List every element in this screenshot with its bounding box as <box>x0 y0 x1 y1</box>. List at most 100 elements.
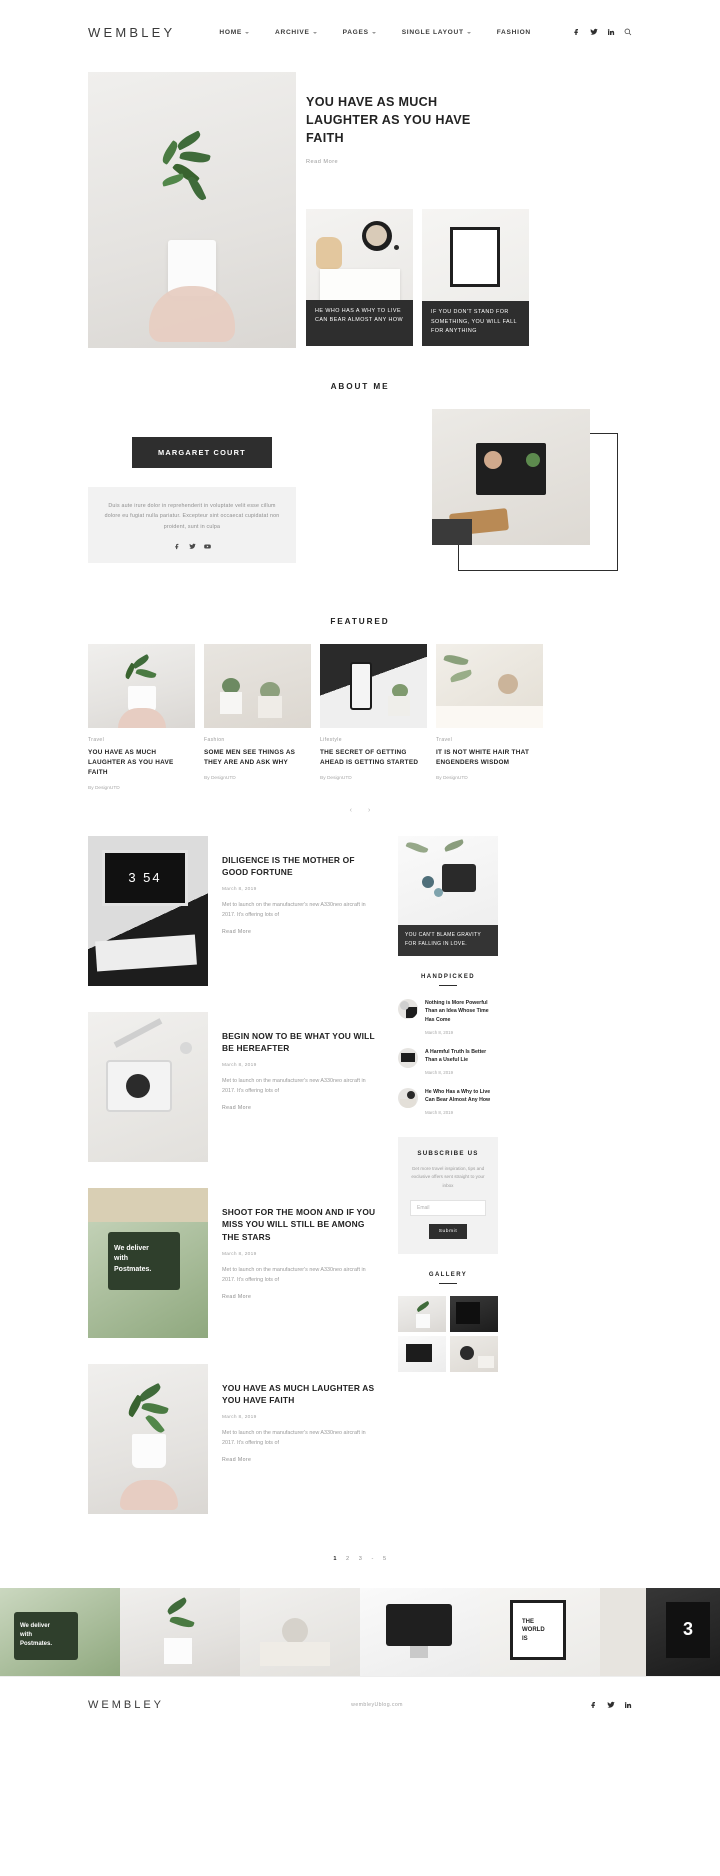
carousel-prev-button[interactable]: ‹ <box>350 807 352 814</box>
featured-section-title: FEATURED <box>330 617 390 626</box>
featured-card-title[interactable]: THE SECRET OF GETTING AHEAD IS GETTING S… <box>320 748 427 768</box>
featured-card-title[interactable]: SOME MEN SEE THINGS AS THEY ARE AND ASK … <box>204 748 311 768</box>
featured-card[interactable]: Travel IT IS NOT WHITE HAIR THAT ENGENDE… <box>436 644 543 791</box>
post-excerpt: Met to launch on the manufacturer's new … <box>222 1266 366 1283</box>
hero-card-row: HE WHO HAS A WHY TO LIVE CAN BEAR ALMOST… <box>306 208 632 346</box>
subscribe-email-input[interactable]: Email <box>410 1200 486 1217</box>
nav-label: PAGES <box>342 28 369 36</box>
hero-card-1-caption: HE WHO HAS A WHY TO LIVE CAN BEAR ALMOST… <box>306 299 413 346</box>
post-title[interactable]: SHOOT FOR THE MOON AND IF YOU MISS YOU W… <box>222 1206 376 1244</box>
strip-image[interactable] <box>240 1587 360 1676</box>
handpicked-item[interactable]: Nothing is More Powerful Than an Idea Wh… <box>398 998 498 1035</box>
linkedin-icon[interactable] <box>624 1701 632 1709</box>
featured-card[interactable]: Travel YOU HAVE AS MUCH LAUGHTER AS YOU … <box>88 644 195 791</box>
pagination-page[interactable]: 1 <box>333 1556 337 1562</box>
post-thumbnail[interactable]: 3 54 <box>88 835 208 986</box>
gallery-item[interactable] <box>450 1296 498 1333</box>
author-name[interactable]: DesignUTD <box>95 786 120 791</box>
featured-card[interactable]: Fashion SOME MEN SEE THINGS AS THEY ARE … <box>204 644 311 791</box>
handpicked-item-title[interactable]: Nothing is More Powerful Than an Idea Wh… <box>425 999 498 1025</box>
strip-image[interactable]: 3 <box>600 1587 720 1676</box>
pagination-page[interactable]: 3 <box>359 1556 363 1562</box>
nav-item-archive[interactable]: ARCHIVE <box>275 29 317 36</box>
post-read-more-link[interactable]: Read More <box>222 1105 376 1111</box>
content-area: 3 54 DILIGENCE IS THE MOTHER OF GOOD FOR… <box>0 814 720 1540</box>
subscribe-submit-button[interactable]: Submit <box>428 1224 468 1240</box>
hero-card-2[interactable]: IF YOU DON'T STAND FOR SOMETHING, YOU WI… <box>422 208 529 346</box>
handpicked-item-date: March 8, 2019 <box>425 1109 454 1115</box>
twitter-icon[interactable] <box>607 1701 615 1709</box>
post-title[interactable]: BEGIN NOW TO BE WHAT YOU WILL BE HEREAFT… <box>222 1030 376 1055</box>
carousel-next-button[interactable]: › <box>368 807 370 814</box>
strip-image[interactable] <box>120 1587 240 1676</box>
strip-image[interactable]: THE WORLD IS <box>480 1587 600 1676</box>
hero-read-more-link[interactable]: Read More <box>306 159 632 165</box>
instagram-strip: We deliver with Postmates. THE WORLD IS 3 <box>0 1587 720 1676</box>
gallery-item[interactable] <box>398 1336 446 1373</box>
post-list: 3 54 DILIGENCE IS THE MOTHER OF GOOD FOR… <box>88 835 376 1540</box>
site-logo[interactable]: WEMBLEY <box>88 25 175 40</box>
handpicked-thumbnail <box>398 1047 418 1068</box>
post-title[interactable]: DILIGENCE IS THE MOTHER OF GOOD FORTUNE <box>222 854 376 879</box>
post-date: March 8, 2019 <box>222 886 257 892</box>
author-name[interactable]: DesignUTD <box>211 776 236 781</box>
twitter-icon[interactable] <box>590 28 598 36</box>
gallery-item[interactable] <box>398 1296 446 1333</box>
handpicked-item[interactable]: He Who Has a Why to Live Can Bear Almost… <box>398 1087 498 1115</box>
nav-item-fashion[interactable]: FASHION <box>497 29 531 36</box>
strip-image[interactable]: We deliver with Postmates. <box>0 1587 120 1676</box>
post-thumbnail[interactable]: We deliver with Postmates. <box>88 1187 208 1338</box>
featured-card-category: Travel <box>436 737 453 743</box>
post-thumbnail[interactable] <box>88 1011 208 1162</box>
featured-card-byline: By DesignUTD <box>320 776 427 781</box>
handpicked-text: A Harmful Truth Is Better Than a Useful … <box>425 1048 498 1075</box>
nav-item-single-layout[interactable]: SINGLE LAYOUT <box>402 29 471 36</box>
subscribe-title: SUBSCRIBE US <box>417 1149 479 1157</box>
handpicked-item-title[interactable]: A Harmful Truth Is Better Than a Useful … <box>425 1048 498 1065</box>
post-item: We deliver with Postmates. SHOOT FOR THE M… <box>88 1187 376 1338</box>
handpicked-item[interactable]: A Harmful Truth Is Better Than a Useful … <box>398 1047 498 1075</box>
footer-logo[interactable]: WEMBLEY <box>88 1699 164 1711</box>
pagination-page[interactable]: 2 <box>346 1556 350 1562</box>
header-social <box>573 28 632 36</box>
facebook-icon[interactable] <box>590 1701 598 1709</box>
featured-card-category: Fashion <box>204 737 225 743</box>
post-date: March 8, 2019 <box>222 1414 257 1420</box>
post-read-more-link[interactable]: Read More <box>222 1294 376 1300</box>
gallery-grid <box>398 1296 498 1373</box>
featured-card[interactable]: Lifestyle THE SECRET OF GETTING AHEAD IS… <box>320 644 427 791</box>
by-prefix: By <box>320 775 327 781</box>
author-name[interactable]: DesignUTD <box>327 776 352 781</box>
featured-card-title[interactable]: YOU HAVE AS MUCH LAUGHTER AS YOU HAVE FA… <box>88 748 195 778</box>
sidebar-feature-card[interactable]: YOU CAN'T BLAME GRAVITY FOR FALLING IN L… <box>398 835 498 956</box>
footer-social <box>590 1701 632 1709</box>
author-name[interactable]: DesignUTD <box>443 776 468 781</box>
handpicked-thumbnail <box>398 1087 418 1108</box>
about-bio-box: Duis aute irure dolor in reprehenderit i… <box>88 487 296 563</box>
strip-image[interactable] <box>360 1587 480 1676</box>
linkedin-icon[interactable] <box>607 28 615 36</box>
handpicked-item-date: March 8, 2019 <box>425 1029 454 1035</box>
hero-card-1[interactable]: HE WHO HAS A WHY TO LIVE CAN BEAR ALMOST… <box>306 208 413 346</box>
hero-main-image-wrap[interactable] <box>88 72 296 348</box>
nav-item-home[interactable]: HOME <box>219 29 250 36</box>
pagination-page[interactable]: 5 <box>383 1556 387 1562</box>
featured-card-title[interactable]: IT IS NOT WHITE HAIR THAT ENGENDERS WISD… <box>436 748 543 768</box>
by-prefix: By <box>88 785 95 791</box>
featured-card-image <box>88 644 195 728</box>
handpicked-item-title[interactable]: He Who Has a Why to Live Can Bear Almost… <box>425 1088 498 1105</box>
twitter-icon[interactable] <box>188 543 196 550</box>
search-icon[interactable] <box>624 28 632 36</box>
post-title[interactable]: YOU HAVE AS MUCH LAUGHTER AS YOU HAVE FA… <box>222 1382 376 1407</box>
hero-card-2-caption: IF YOU DON'T STAND FOR SOMETHING, YOU WI… <box>422 301 529 346</box>
featured-card-image <box>204 644 311 728</box>
post-read-more-link[interactable]: Read More <box>222 929 376 935</box>
gallery-item[interactable] <box>450 1336 498 1373</box>
subscribe-description: Get more travel inspiration, tips and ex… <box>411 1165 485 1188</box>
youtube-icon[interactable] <box>203 543 211 550</box>
facebook-icon[interactable] <box>174 543 181 550</box>
post-read-more-link[interactable]: Read More <box>222 1457 376 1463</box>
post-thumbnail[interactable] <box>88 1363 208 1514</box>
facebook-icon[interactable] <box>573 28 581 36</box>
nav-item-pages[interactable]: PAGES <box>343 29 376 36</box>
